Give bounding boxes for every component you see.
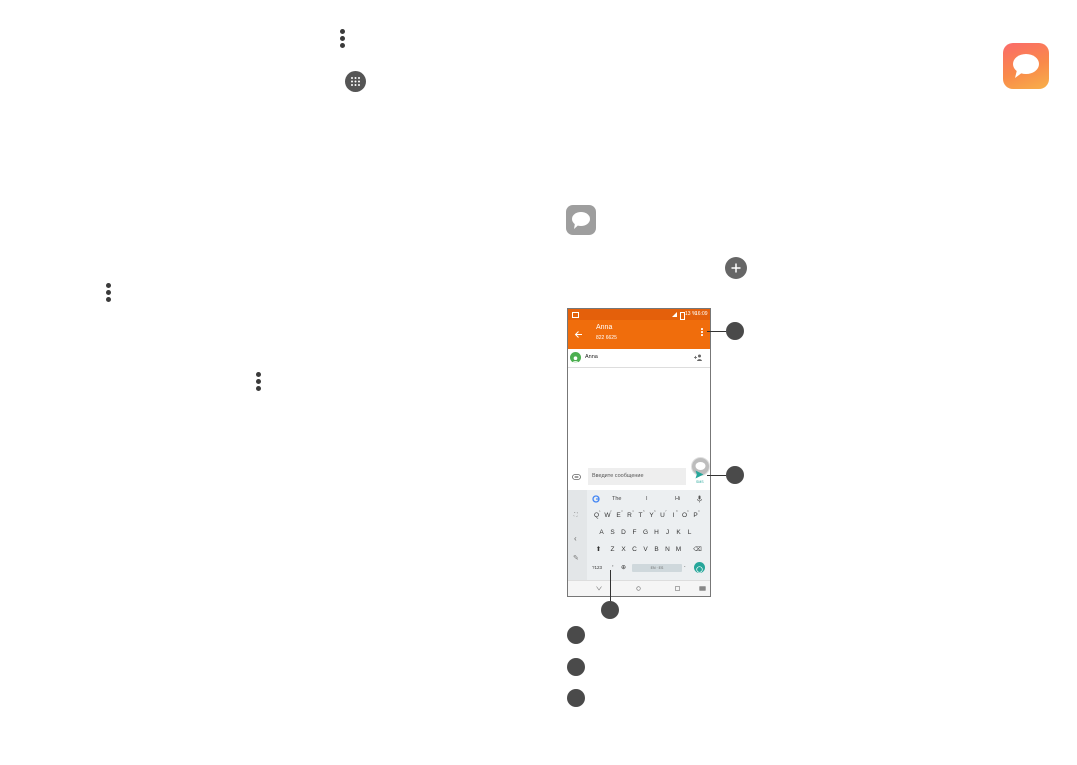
send-type-label: SMS [696, 480, 704, 484]
more-options-icon [340, 29, 346, 50]
key[interactable]: H [652, 529, 661, 536]
contact-avatar [570, 352, 581, 363]
legend-marker [567, 658, 585, 676]
contact-number: 822 6625 [596, 335, 617, 341]
send-icon[interactable] [695, 470, 704, 479]
key-hint: 2 [610, 509, 612, 513]
key[interactable]: S [608, 529, 617, 536]
key[interactable]: D [619, 529, 628, 536]
space-key[interactable]: EN · ES [632, 564, 682, 572]
key[interactable]: K [674, 529, 683, 536]
key[interactable]: R [625, 512, 634, 519]
key[interactable]: B [652, 546, 661, 553]
key-hint: 3 [621, 509, 623, 513]
key[interactable]: O [680, 512, 689, 519]
key[interactable]: Z [608, 546, 617, 553]
phone-screenshot: 13 % 16:09 Anna 822 6625 Anna Введите со… [567, 308, 711, 597]
signal-icon [672, 312, 677, 317]
shift-key-icon[interactable]: ⬆ [594, 545, 603, 553]
legend-marker [567, 689, 585, 707]
add-contact-icon[interactable] [694, 354, 703, 361]
google-icon[interactable] [592, 495, 600, 503]
key-hint: 6 [654, 509, 656, 513]
message-placeholder: Введите сообщение [592, 473, 644, 479]
more-options-icon [106, 283, 112, 304]
key[interactable]: Q [592, 512, 601, 519]
recipient-row[interactable]: Anna [568, 349, 710, 368]
key[interactable]: E [614, 512, 623, 519]
key[interactable]: L [685, 529, 694, 536]
suggestion-2[interactable]: I [646, 496, 648, 502]
key[interactable]: I [669, 512, 678, 519]
nav-back-icon[interactable] [596, 586, 602, 591]
conversation-header: Anna 822 6625 [568, 320, 710, 349]
nav-recents-icon[interactable] [675, 586, 680, 591]
key[interactable]: G [641, 529, 650, 536]
microphone-icon[interactable] [697, 495, 702, 503]
contact-name: Anna [596, 324, 613, 331]
message-composer: Введите сообщение SMS [568, 466, 710, 490]
keyboard-side-panel [568, 490, 587, 580]
notification-icon [572, 312, 579, 318]
key[interactable]: N [663, 546, 672, 553]
clock: 16:09 [695, 311, 708, 317]
messaging-icon [566, 205, 596, 235]
key-hint: 9 [687, 509, 689, 513]
suggestion-1[interactable]: The [612, 496, 621, 502]
callout-line [707, 475, 726, 476]
navigation-bar [568, 580, 710, 596]
callout-line [610, 570, 611, 603]
key[interactable]: V [641, 546, 650, 553]
key[interactable]: M [674, 546, 683, 553]
keyboard: The I Hi ⛶ ‹ ✎ Q W E R T Y U I O P 1 2 3… [568, 490, 710, 580]
legend-marker [567, 626, 585, 644]
key[interactable]: A [597, 529, 606, 536]
status-bar: 13 % 16:09 [568, 309, 710, 320]
callout-line [707, 331, 726, 332]
key[interactable]: P [691, 512, 700, 519]
key-hint: 5 [643, 509, 645, 513]
back-arrow-icon[interactable] [574, 330, 583, 339]
apps-launcher-icon [345, 71, 366, 92]
callout-marker [601, 601, 619, 619]
key[interactable]: Y [647, 512, 656, 519]
period-key[interactable]: . [684, 563, 686, 569]
key-hint: 7 [665, 509, 667, 513]
callout-marker [726, 322, 744, 340]
comma-key[interactable]: , [612, 562, 614, 568]
attachment-icon[interactable] [572, 474, 581, 480]
collapse-icon[interactable]: ⛶ [574, 512, 578, 518]
callout-marker [726, 466, 744, 484]
key[interactable]: U [658, 512, 667, 519]
key[interactable]: C [630, 546, 639, 553]
symbols-key[interactable]: ?123 [592, 565, 602, 570]
key[interactable]: W [603, 512, 612, 519]
key[interactable]: T [636, 512, 645, 519]
globe-icon[interactable]: ⊕ [621, 564, 626, 571]
space-key-label: EN · ES [650, 565, 664, 570]
add-icon [725, 257, 747, 279]
key-hint: 8 [676, 509, 678, 513]
emoji-enter-key[interactable] [694, 562, 705, 573]
key[interactable]: J [663, 529, 672, 536]
nav-home-icon[interactable] [636, 586, 641, 591]
key-hint: 1 [599, 509, 601, 513]
edit-icon[interactable]: ✎ [573, 554, 579, 562]
key[interactable]: F [630, 529, 639, 536]
message-input[interactable]: Введите сообщение [588, 468, 686, 485]
more-options-icon[interactable] [701, 328, 703, 336]
backspace-key-icon[interactable]: ⌫ [693, 546, 702, 553]
recipient-name: Anna [585, 354, 598, 360]
messaging-app-icon [1003, 43, 1049, 89]
suggestion-3[interactable]: Hi [675, 496, 680, 502]
key[interactable]: X [619, 546, 628, 553]
more-options-icon [256, 372, 262, 393]
cursor-left-icon[interactable]: ‹ [574, 534, 577, 543]
key-hint: 0 [698, 509, 700, 513]
keyboard-switch-icon[interactable] [699, 586, 706, 591]
key-hint: 4 [632, 509, 634, 513]
